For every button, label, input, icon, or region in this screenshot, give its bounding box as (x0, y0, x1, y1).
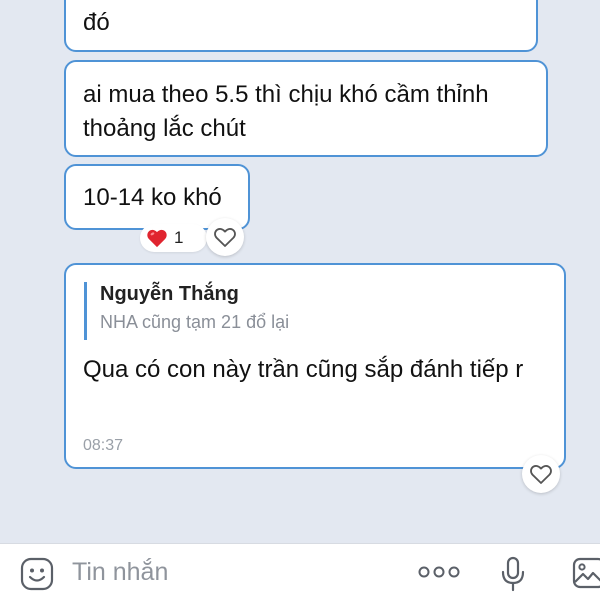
chat-screen: đó ai mua theo 5.5 thì chịu khó cầm thỉn… (0, 0, 600, 600)
like-button[interactable] (522, 455, 560, 493)
like-button[interactable] (206, 218, 244, 256)
emoji-icon[interactable] (20, 557, 54, 591)
message-text: đó (83, 9, 110, 36)
microphone-icon[interactable] (500, 556, 526, 592)
heart-icon (147, 229, 167, 248)
reaction-summary[interactable]: 1 (140, 224, 208, 252)
message-text: Qua có con này trần cũng sắp đánh tiếp r (83, 356, 524, 383)
message-composer: Tin nhắn (0, 543, 600, 600)
image-icon[interactable] (571, 556, 600, 590)
message-text: ai mua theo 5.5 thì chịu khó cầm thỉnh t… (83, 81, 496, 142)
quoted-text: NHA cũng tạm 21 đổ lại (100, 312, 290, 332)
heart-outline-icon (530, 465, 552, 484)
message-bubble[interactable]: ai mua theo 5.5 thì chịu khó cầm thỉnh t… (64, 60, 548, 157)
reaction-count: 1 (174, 228, 184, 247)
reply-message-bubble[interactable]: Nguyễn Thắng NHA cũng tạm 21 đổ lại Qua … (64, 263, 566, 469)
heart-outline-icon (214, 228, 236, 247)
message-input[interactable]: Tin nhắn (72, 558, 168, 587)
more-icon[interactable] (418, 565, 460, 579)
message-bubble[interactable]: đó (64, 0, 538, 52)
quoted-sender-name: Nguyễn Thắng (100, 283, 239, 305)
message-text: 10-14 ko khó (83, 184, 222, 211)
message-time: 08:37 (83, 437, 124, 454)
quoted-message[interactable]: Nguyễn Thắng NHA cũng tạm 21 đổ lại (84, 282, 289, 340)
